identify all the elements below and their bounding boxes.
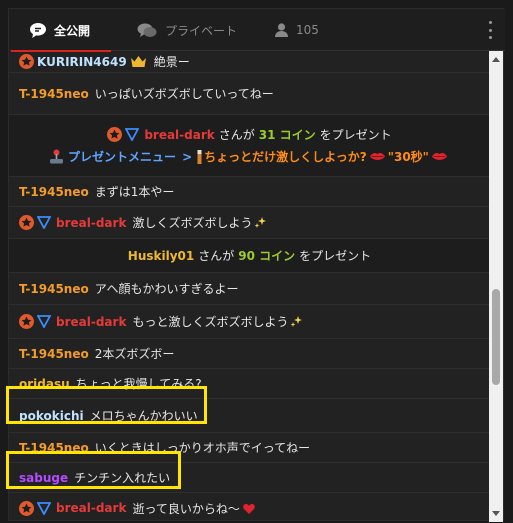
star-badge-icon <box>19 54 34 69</box>
message-text: 絶景ー <box>153 55 190 69</box>
message-text: 逝って良いからね〜 <box>132 501 240 516</box>
highlight-box <box>6 386 207 424</box>
gift-amount: 90 コイン <box>238 249 296 263</box>
message-username[interactable]: T-1945neo <box>19 347 89 361</box>
triangle-badge-icon <box>37 315 51 328</box>
scroll-up-icon[interactable] <box>492 57 500 62</box>
message-text: 2本ズボズボー <box>94 347 175 361</box>
more-menu-icon[interactable] <box>487 21 493 39</box>
user-icon <box>275 23 288 37</box>
star-badge-icon <box>107 127 123 142</box>
gift-line: breal-dark さんが 31 コイン をプレゼント <box>107 126 392 143</box>
sparkles-icon <box>254 216 267 229</box>
star-badge-icon <box>19 314 34 329</box>
chat-bubble-icon <box>29 22 46 38</box>
message-username[interactable]: T-1945neo <box>19 282 89 296</box>
cigarette-icon <box>197 149 202 164</box>
tab-public[interactable]: 全公開 <box>9 9 111 52</box>
gift-post-text: をプレゼント <box>299 249 372 263</box>
message-username[interactable]: KURIRIN4649 <box>37 55 127 69</box>
chat-message: KURIRIN4649 絶景ー <box>9 51 490 73</box>
chat-message: breal-dark もっと激しくズボズボしよう <box>9 305 490 339</box>
chat-message: T-1945neo 2本ズボズボー <box>9 339 490 369</box>
lips-icon <box>369 152 385 161</box>
lips-icon <box>431 152 447 161</box>
message-username[interactable]: breal-dark <box>56 216 126 230</box>
gift-username[interactable]: Huskily01 <box>128 249 194 263</box>
crown-icon <box>130 56 146 67</box>
gift-notification: breal-dark さんが 31 コイン をプレゼント プレゼントメニュー >… <box>9 115 490 177</box>
message-text: まずは1本やー <box>94 185 175 199</box>
sparkles-icon <box>290 315 303 328</box>
chat-message: breal-dark 激しくズボズボしよう <box>9 207 490 239</box>
gift-menu-label[interactable]: プレゼントメニュー <box>68 148 176 165</box>
chat-message: T-1945neo まずは1本やー <box>9 177 490 207</box>
chat-message: T-1945neo アヘ顔もかわいすぎるよー <box>9 273 490 305</box>
message-username[interactable]: T-1945neo <box>19 185 89 199</box>
private-chat-icon <box>137 23 157 37</box>
message-text: 激しくズボズボしよう <box>132 216 253 230</box>
tab-private[interactable]: プライベート <box>137 9 237 51</box>
message-username[interactable]: T-1945neo <box>19 87 89 101</box>
triangle-badge-icon <box>125 128 140 141</box>
gift-username[interactable]: breal-dark <box>144 128 214 142</box>
gift-post-text: をプレゼント <box>319 128 392 142</box>
joystick-icon <box>49 149 64 164</box>
star-badge-icon <box>19 215 34 230</box>
gift-menu-line: プレゼントメニュー > ちょっとだけ激しくしよっか? "30秒" <box>49 148 450 165</box>
highlight-box <box>6 451 181 489</box>
star-badge-icon <box>19 500 34 516</box>
tab-users[interactable]: 105 <box>275 9 319 51</box>
gift-pre-text: さんが <box>198 249 235 263</box>
gift-amount: 31 コイン <box>258 128 316 142</box>
message-text: アヘ顔もかわいすぎるよー <box>94 282 239 296</box>
message-username[interactable]: breal-dark <box>56 501 126 515</box>
chat-scrollbar[interactable] <box>489 51 503 522</box>
scroll-down-icon[interactable] <box>492 511 500 516</box>
message-username[interactable]: breal-dark <box>56 315 126 329</box>
scroll-thumb[interactable] <box>492 289 500 385</box>
gift-menu-arrow: > <box>182 149 193 164</box>
gift-notification: Huskily01 さんが 90 コイン をプレゼント <box>9 239 490 273</box>
message-text: もっと激しくズボズボしよう <box>132 315 289 329</box>
heart-icon <box>243 503 255 514</box>
chat-tabs: 全公開 プライベート 105 <box>9 9 505 52</box>
tab-public-label: 全公開 <box>53 23 90 38</box>
chat-message: breal-dark 逝って良いからね〜 <box>9 493 490 522</box>
gift-menu-item: ちょっとだけ激しくしよっか? <box>204 150 367 164</box>
gift-pre-text: さんが <box>218 128 255 142</box>
chat-message: T-1945neo いっぱいズボズボしていってねー <box>9 73 490 115</box>
gift-menu-time: "30秒" <box>387 150 429 164</box>
user-count: 105 <box>296 23 319 37</box>
message-text: いっぱいズボズボしていってねー <box>94 87 274 101</box>
tab-private-label: プライベート <box>165 23 238 38</box>
chat-panel: 全公開 プライベート 105 KURIRIN4649 絶景ー T-1945neo… <box>8 8 505 522</box>
triangle-badge-icon <box>37 501 51 515</box>
triangle-badge-icon <box>37 216 51 229</box>
